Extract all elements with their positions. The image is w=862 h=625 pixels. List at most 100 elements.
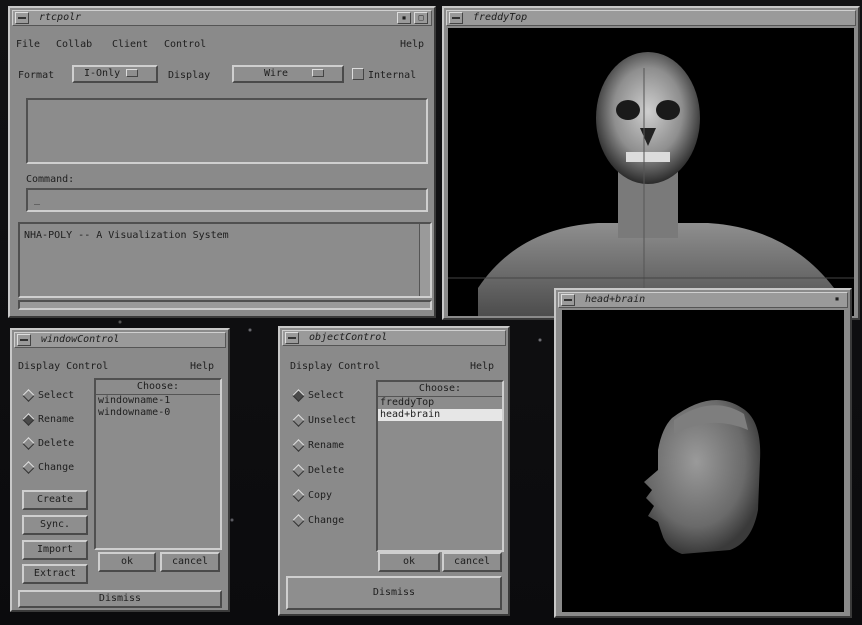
- cancel-button[interactable]: cancel: [160, 552, 220, 572]
- radio-label: Change: [38, 462, 75, 473]
- radio-label: Unselect: [308, 415, 357, 426]
- radio-label: Copy: [308, 490, 333, 501]
- radio-indicator-icon: [22, 388, 35, 402]
- command-label: Command:: [26, 174, 75, 185]
- freddy-viewer-window: freddyTop: [442, 6, 860, 320]
- radio-label: Change: [308, 515, 345, 526]
- format-label: Format: [18, 70, 55, 81]
- head-brain-render: [644, 400, 761, 554]
- sync-button[interactable]: Sync.: [22, 515, 88, 535]
- radio-indicator-icon: [292, 513, 305, 527]
- object-control-window: objectControl Display Control Help Selec…: [278, 326, 510, 616]
- main-window-titlebar[interactable]: rtcpolr ▪ □: [12, 10, 432, 26]
- help-button[interactable]: Help: [470, 358, 494, 376]
- list-item[interactable]: freddyTop: [378, 397, 502, 409]
- import-button[interactable]: Import: [22, 540, 88, 560]
- radio-indicator-icon: [292, 388, 305, 402]
- menubar: File Collab Client Control Help: [14, 36, 430, 54]
- choose-header: Choose:: [96, 380, 220, 395]
- radio-indicator-icon: [292, 413, 305, 427]
- radio-select[interactable]: Select: [292, 388, 345, 402]
- radio-indicator-icon: [22, 436, 35, 450]
- horizontal-scrollbar[interactable]: [18, 300, 432, 310]
- menu-help[interactable]: Help: [400, 36, 424, 54]
- freddy-titlebar[interactable]: freddyTop: [446, 10, 856, 26]
- list-item[interactable]: windowname-1: [96, 395, 220, 407]
- window-control-menubar: Display Control Help: [16, 358, 224, 376]
- radio-indicator-icon: [22, 460, 35, 474]
- main-window: rtcpolr ▪ □ File Collab Client Control H…: [8, 6, 436, 318]
- menu-file[interactable]: File: [16, 36, 40, 54]
- help-button[interactable]: Help: [190, 358, 214, 376]
- option-indicator-icon: [126, 69, 139, 77]
- head-viewer-window: head+brain ▪: [554, 288, 852, 618]
- output-text: NHA-POLY -- A Visualization System: [24, 230, 229, 241]
- menu-control[interactable]: Control: [164, 36, 206, 54]
- output-text-area: NHA-POLY -- A Visualization System: [18, 222, 432, 298]
- radio-rename[interactable]: Rename: [22, 412, 75, 426]
- window-control-window: windowControl Display Control Help Selec…: [10, 328, 230, 612]
- dismiss-button[interactable]: Dismiss: [286, 576, 502, 610]
- menu-collab[interactable]: Collab: [56, 36, 92, 54]
- object-control-titlebar[interactable]: objectControl: [282, 330, 506, 346]
- radio-label: Delete: [38, 438, 75, 449]
- radio-label: Select: [308, 390, 345, 401]
- skeleton-volume-render: [448, 52, 854, 316]
- ok-button[interactable]: ok: [378, 552, 440, 572]
- object-control-menubar: Display Control Help: [284, 358, 504, 376]
- window-control-titlebar[interactable]: windowControl: [14, 332, 226, 348]
- window-menu-icon[interactable]: [561, 294, 575, 306]
- window-menu-icon[interactable]: [15, 12, 29, 24]
- radio-change[interactable]: Change: [292, 513, 345, 527]
- radio-change[interactable]: Change: [22, 460, 75, 474]
- radio-label: Rename: [308, 440, 345, 451]
- maximize-icon[interactable]: □: [414, 12, 428, 24]
- window-menu-icon[interactable]: [285, 332, 299, 344]
- object-choose-list[interactable]: Choose: freddyTop head+brain: [376, 380, 504, 552]
- panel-title: Display Control: [18, 361, 109, 372]
- radio-select[interactable]: Select: [22, 388, 75, 402]
- minimize-icon[interactable]: ▪: [830, 294, 844, 306]
- window-choose-list[interactable]: Choose: windowname-1 windowname-0: [94, 378, 222, 550]
- extract-button[interactable]: Extract: [22, 564, 88, 584]
- radio-indicator-icon: [292, 488, 305, 502]
- command-value: _: [34, 194, 41, 205]
- command-input[interactable]: _: [26, 188, 428, 212]
- display-option-menu[interactable]: Wire: [232, 65, 344, 83]
- radio-delete[interactable]: Delete: [22, 436, 75, 450]
- window-title: rtcpolr: [39, 12, 82, 23]
- ok-button[interactable]: ok: [98, 552, 156, 572]
- list-item[interactable]: windowname-0: [96, 407, 220, 419]
- radio-unselect[interactable]: Unselect: [292, 413, 357, 427]
- dismiss-button[interactable]: Dismiss: [18, 590, 222, 608]
- internal-checkbox[interactable]: [352, 68, 364, 80]
- menu-client[interactable]: Client: [112, 36, 148, 54]
- freddy-render-canvas[interactable]: [448, 28, 854, 316]
- window-title: head+brain: [585, 294, 646, 305]
- window-title: objectControl: [309, 332, 388, 343]
- radio-indicator-icon: [292, 463, 305, 477]
- option-indicator-icon: [312, 69, 325, 77]
- window-menu-icon[interactable]: [449, 12, 463, 24]
- create-button[interactable]: Create: [22, 490, 88, 510]
- radio-label: Select: [38, 390, 75, 401]
- scene-list-area[interactable]: [26, 98, 428, 164]
- radio-label: Rename: [38, 414, 75, 425]
- minimize-icon[interactable]: ▪: [397, 12, 411, 24]
- radio-copy[interactable]: Copy: [292, 488, 333, 502]
- radio-rename[interactable]: Rename: [292, 438, 345, 452]
- panel-title: Display Control: [290, 361, 381, 372]
- radio-label: Delete: [308, 465, 345, 476]
- format-value: I-Only: [84, 68, 121, 79]
- format-option-menu[interactable]: I-Only: [72, 65, 158, 83]
- head-render-canvas[interactable]: [562, 310, 844, 612]
- radio-delete[interactable]: Delete: [292, 463, 345, 477]
- display-label: Display: [168, 70, 211, 81]
- display-value: Wire: [264, 68, 289, 79]
- vertical-scrollbar[interactable]: [419, 224, 430, 296]
- cancel-button[interactable]: cancel: [442, 552, 502, 572]
- list-item-selected[interactable]: head+brain: [378, 409, 502, 421]
- window-menu-icon[interactable]: [17, 334, 31, 346]
- radio-indicator-icon: [22, 412, 35, 426]
- head-titlebar[interactable]: head+brain ▪: [558, 292, 848, 308]
